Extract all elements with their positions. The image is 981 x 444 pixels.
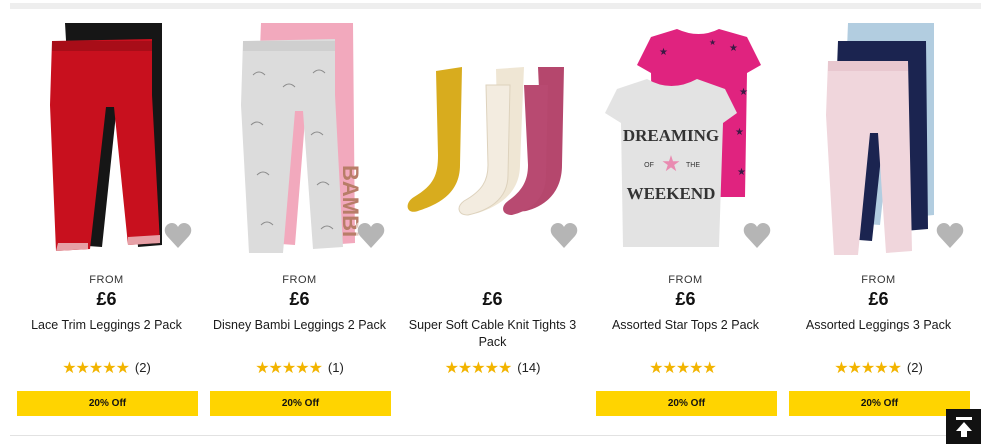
offer-badge[interactable]: 20% Off [789,391,970,416]
back-to-top-icon [955,416,972,437]
product-price: £6 [96,289,117,309]
review-count: (14) [517,360,541,375]
product-rating[interactable]: ★★★★★ (2) [782,358,975,378]
product-price: £6 [675,289,696,309]
svg-text:★: ★ [661,151,681,176]
heart-icon [743,223,771,248]
product-title[interactable]: Disney Bambi Leggings 2 Pack [203,317,396,334]
star-rating-icon: ★★★★★ [444,360,513,377]
product-card[interactable]: FROM £6 Assorted Leggings 3 Pack ★★★★★ (2… [782,15,975,425]
product-grid: FROM £6 Lace Trim Leggings 2 Pack ★★★★★(… [10,15,981,430]
tshirt-print-the: THE [686,162,700,169]
offer-badge[interactable]: 20% Off [596,391,777,416]
offer-badge[interactable]: 20% Off [17,391,198,416]
review-count: (2) [134,360,151,375]
heart-icon [164,223,192,248]
product-rating[interactable]: ★★★★★ (1) [203,358,396,378]
product-title[interactable]: Super Soft Cable Knit Tights 3 Pack [396,317,589,351]
tshirt-print-line1: DREAMING [623,126,719,145]
star-rating-icon: ★★★★★ [834,360,902,377]
product-rating[interactable]: ★★★★★ [589,358,782,378]
heart-icon [357,223,385,248]
favourite-button[interactable] [163,222,193,250]
favourite-button[interactable] [549,222,579,250]
price-prefix: FROM [89,274,124,286]
product-price: £6 [482,289,503,309]
price-prefix: FROM [282,274,317,286]
section-divider-top [10,3,981,9]
star-rating-icon: ★★★★★ [255,360,323,377]
price-prefix: FROM [668,274,703,286]
back-to-top-button[interactable] [946,409,981,444]
favourite-button[interactable] [742,222,772,250]
svg-text:★: ★ [735,127,744,138]
svg-text:★: ★ [709,38,716,47]
tshirt-print-line3: WEEKEND [627,184,716,203]
product-card[interactable]: BAMBI FROM £6 Disney Bambi Leggings 2 Pa… [203,15,396,425]
section-divider-bottom [10,435,981,436]
product-price: £6 [289,289,310,309]
star-rating-icon: ★★★★★ [649,360,717,377]
star-rating-icon: ★★★★★ [62,360,130,377]
svg-text:★: ★ [737,167,746,178]
review-count: (1) [327,360,344,375]
product-price: £6 [868,289,889,309]
product-card[interactable]: £6 Super Soft Cable Knit Tights 3 Pack ★… [396,15,589,425]
product-title[interactable]: Assorted Star Tops 2 Pack [589,317,782,334]
product-title[interactable]: Assorted Leggings 3 Pack [782,317,975,334]
product-rating[interactable]: ★★★★★ (2) [10,358,203,378]
favourite-button[interactable] [935,222,965,250]
heart-icon [936,223,964,248]
product-card[interactable]: FROM £6 Lace Trim Leggings 2 Pack ★★★★★ (… [10,15,203,425]
product-title[interactable]: Lace Trim Leggings 2 Pack [10,317,203,334]
favourite-button[interactable] [356,222,386,250]
offer-badge[interactable]: 20% Off [210,391,391,416]
tshirt-print-of: OF [644,162,654,169]
svg-text:★: ★ [739,87,748,98]
heart-icon [550,223,578,248]
product-rating[interactable]: ★★★★★ (14) [396,358,589,378]
svg-text:★: ★ [729,43,738,54]
svg-text:★: ★ [659,47,668,58]
price-prefix: FROM [861,274,896,286]
review-count: (2) [906,360,923,375]
